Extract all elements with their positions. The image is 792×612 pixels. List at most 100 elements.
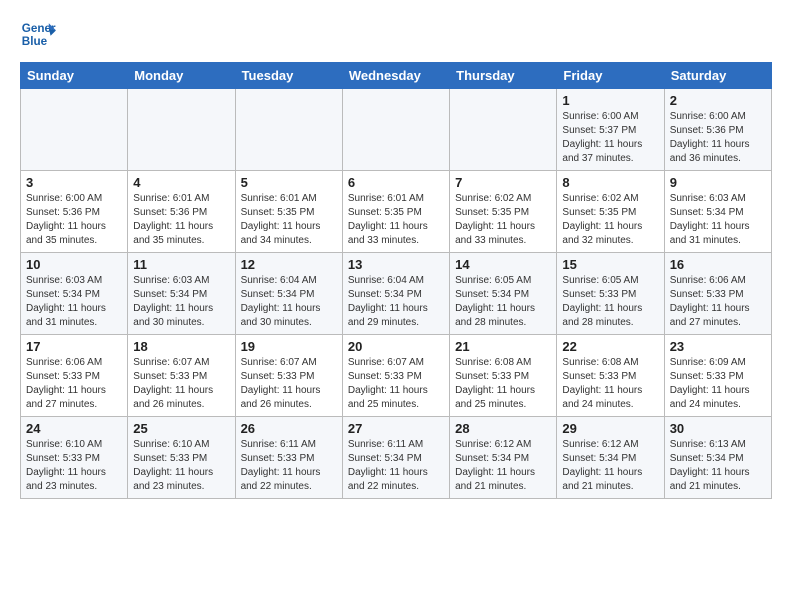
svg-text:Blue: Blue — [22, 35, 48, 48]
day-number: 1 — [562, 93, 658, 108]
day-number: 27 — [348, 421, 444, 436]
day-cell-7: 7 Sunrise: 6:02 AM Sunset: 5:35 PM Daylig… — [450, 171, 557, 253]
week-row-5: 24 Sunrise: 6:10 AM Sunset: 5:33 PM Dayli… — [21, 417, 772, 499]
week-row-3: 10 Sunrise: 6:03 AM Sunset: 5:34 PM Dayli… — [21, 253, 772, 335]
day-info: Sunrise: 6:07 AM Sunset: 5:33 PM Dayligh… — [348, 356, 444, 412]
day-cell-24: 24 Sunrise: 6:10 AM Sunset: 5:33 PM Dayli… — [21, 417, 128, 499]
day-info: Sunrise: 6:02 AM Sunset: 5:35 PM Dayligh… — [562, 192, 658, 248]
page: General Blue SundayMondayTuesdayWednesda… — [0, 0, 792, 515]
day-number: 10 — [26, 257, 122, 272]
day-number: 9 — [670, 175, 766, 190]
day-cell-3: 3 Sunrise: 6:00 AM Sunset: 5:36 PM Daylig… — [21, 171, 128, 253]
day-number: 17 — [26, 339, 122, 354]
day-info: Sunrise: 6:05 AM Sunset: 5:34 PM Dayligh… — [455, 274, 551, 330]
day-info: Sunrise: 6:06 AM Sunset: 5:33 PM Dayligh… — [670, 274, 766, 330]
day-info: Sunrise: 6:07 AM Sunset: 5:33 PM Dayligh… — [133, 356, 229, 412]
weekday-header-thursday: Thursday — [450, 63, 557, 89]
weekday-header-wednesday: Wednesday — [342, 63, 449, 89]
day-cell-1: 1 Sunrise: 6:00 AM Sunset: 5:37 PM Daylig… — [557, 89, 664, 171]
day-cell-12: 12 Sunrise: 6:04 AM Sunset: 5:34 PM Dayli… — [235, 253, 342, 335]
day-info: Sunrise: 6:09 AM Sunset: 5:33 PM Dayligh… — [670, 356, 766, 412]
weekday-header-tuesday: Tuesday — [235, 63, 342, 89]
day-cell-17: 17 Sunrise: 6:06 AM Sunset: 5:33 PM Dayli… — [21, 335, 128, 417]
day-cell-19: 19 Sunrise: 6:07 AM Sunset: 5:33 PM Dayli… — [235, 335, 342, 417]
day-info: Sunrise: 6:08 AM Sunset: 5:33 PM Dayligh… — [455, 356, 551, 412]
day-info: Sunrise: 6:00 AM Sunset: 5:36 PM Dayligh… — [26, 192, 122, 248]
day-info: Sunrise: 6:01 AM Sunset: 5:36 PM Dayligh… — [133, 192, 229, 248]
day-cell-14: 14 Sunrise: 6:05 AM Sunset: 5:34 PM Dayli… — [450, 253, 557, 335]
day-info: Sunrise: 6:03 AM Sunset: 5:34 PM Dayligh… — [26, 274, 122, 330]
day-cell-13: 13Sunrise: 6:04 AM Sunset: 5:34 PM Dayli… — [342, 253, 449, 335]
day-cell-29: 29Sunrise: 6:12 AM Sunset: 5:34 PM Dayli… — [557, 417, 664, 499]
logo: General Blue — [20, 16, 56, 52]
day-info: Sunrise: 6:10 AM Sunset: 5:33 PM Dayligh… — [26, 438, 122, 494]
weekday-header-saturday: Saturday — [664, 63, 771, 89]
day-cell-27: 27 Sunrise: 6:11 AM Sunset: 5:34 PM Dayli… — [342, 417, 449, 499]
empty-cell — [450, 89, 557, 171]
day-number: 7 — [455, 175, 551, 190]
day-number: 4 — [133, 175, 229, 190]
day-number: 21 — [455, 339, 551, 354]
day-number: 25 — [133, 421, 229, 436]
empty-cell — [342, 89, 449, 171]
day-cell-30: 30 Sunrise: 6:13 AM Sunset: 5:34 PM Dayli… — [664, 417, 771, 499]
day-info: Sunrise: 6:08 AM Sunset: 5:33 PM Dayligh… — [562, 356, 658, 412]
day-cell-5: 5Sunrise: 6:01 AM Sunset: 5:35 PM Daylig… — [235, 171, 342, 253]
week-row-4: 17 Sunrise: 6:06 AM Sunset: 5:33 PM Dayli… — [21, 335, 772, 417]
day-number: 15 — [562, 257, 658, 272]
weekday-header-row: SundayMondayTuesdayWednesdayThursdayFrid… — [21, 63, 772, 89]
day-number: 2 — [670, 93, 766, 108]
day-number: 23 — [670, 339, 766, 354]
weekday-header-monday: Monday — [128, 63, 235, 89]
day-cell-16: 16 Sunrise: 6:06 AM Sunset: 5:33 PM Dayli… — [664, 253, 771, 335]
day-number: 6 — [348, 175, 444, 190]
day-number: 12 — [241, 257, 337, 272]
day-info: Sunrise: 6:07 AM Sunset: 5:33 PM Dayligh… — [241, 356, 337, 412]
weekday-header-friday: Friday — [557, 63, 664, 89]
day-number: 29 — [562, 421, 658, 436]
day-info: Sunrise: 6:04 AM Sunset: 5:34 PM Dayligh… — [348, 274, 444, 330]
day-info: Sunrise: 6:05 AM Sunset: 5:33 PM Dayligh… — [562, 274, 658, 330]
day-cell-18: 18Sunrise: 6:07 AM Sunset: 5:33 PM Dayli… — [128, 335, 235, 417]
day-info: Sunrise: 6:11 AM Sunset: 5:33 PM Dayligh… — [241, 438, 337, 494]
day-info: Sunrise: 6:03 AM Sunset: 5:34 PM Dayligh… — [133, 274, 229, 330]
day-cell-21: 21 Sunrise: 6:08 AM Sunset: 5:33 PM Dayli… — [450, 335, 557, 417]
day-number: 14 — [455, 257, 551, 272]
empty-cell — [21, 89, 128, 171]
day-number: 30 — [670, 421, 766, 436]
day-number: 16 — [670, 257, 766, 272]
day-number: 8 — [562, 175, 658, 190]
day-cell-23: 23 Sunrise: 6:09 AM Sunset: 5:33 PM Dayli… — [664, 335, 771, 417]
day-cell-11: 11 Sunrise: 6:03 AM Sunset: 5:34 PM Dayli… — [128, 253, 235, 335]
day-number: 26 — [241, 421, 337, 436]
day-number: 19 — [241, 339, 337, 354]
day-info: Sunrise: 6:01 AM Sunset: 5:35 PM Dayligh… — [348, 192, 444, 248]
empty-cell — [128, 89, 235, 171]
logo-icon: General Blue — [20, 16, 56, 52]
day-cell-6: 6 Sunrise: 6:01 AM Sunset: 5:35 PM Daylig… — [342, 171, 449, 253]
day-cell-2: 2Sunrise: 6:00 AM Sunset: 5:36 PM Daylig… — [664, 89, 771, 171]
day-number: 24 — [26, 421, 122, 436]
day-info: Sunrise: 6:11 AM Sunset: 5:34 PM Dayligh… — [348, 438, 444, 494]
day-cell-8: 8 Sunrise: 6:02 AM Sunset: 5:35 PM Daylig… — [557, 171, 664, 253]
day-cell-4: 4 Sunrise: 6:01 AM Sunset: 5:36 PM Daylig… — [128, 171, 235, 253]
weekday-header-sunday: Sunday — [21, 63, 128, 89]
day-number: 22 — [562, 339, 658, 354]
day-info: Sunrise: 6:03 AM Sunset: 5:34 PM Dayligh… — [670, 192, 766, 248]
header: General Blue — [20, 16, 772, 52]
day-cell-25: 25Sunrise: 6:10 AM Sunset: 5:33 PM Dayli… — [128, 417, 235, 499]
calendar-table: SundayMondayTuesdayWednesdayThursdayFrid… — [20, 62, 772, 499]
day-info: Sunrise: 6:13 AM Sunset: 5:34 PM Dayligh… — [670, 438, 766, 494]
day-number: 11 — [133, 257, 229, 272]
week-row-1: 1 Sunrise: 6:00 AM Sunset: 5:37 PM Daylig… — [21, 89, 772, 171]
day-number: 28 — [455, 421, 551, 436]
day-info: Sunrise: 6:06 AM Sunset: 5:33 PM Dayligh… — [26, 356, 122, 412]
day-info: Sunrise: 6:04 AM Sunset: 5:34 PM Dayligh… — [241, 274, 337, 330]
day-info: Sunrise: 6:00 AM Sunset: 5:37 PM Dayligh… — [562, 110, 658, 166]
day-info: Sunrise: 6:01 AM Sunset: 5:35 PM Dayligh… — [241, 192, 337, 248]
day-cell-15: 15 Sunrise: 6:05 AM Sunset: 5:33 PM Dayli… — [557, 253, 664, 335]
day-info: Sunrise: 6:02 AM Sunset: 5:35 PM Dayligh… — [455, 192, 551, 248]
day-cell-26: 26 Sunrise: 6:11 AM Sunset: 5:33 PM Dayli… — [235, 417, 342, 499]
day-cell-20: 20Sunrise: 6:07 AM Sunset: 5:33 PM Dayli… — [342, 335, 449, 417]
day-number: 3 — [26, 175, 122, 190]
